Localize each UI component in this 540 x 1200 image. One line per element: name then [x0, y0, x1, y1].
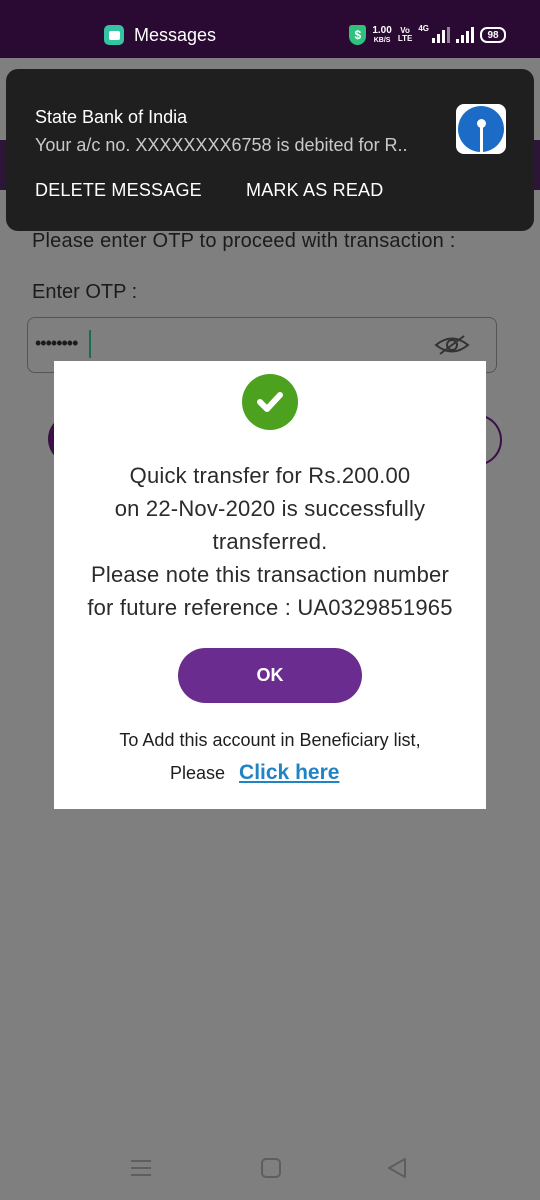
back-icon[interactable]	[383, 1156, 413, 1180]
message-line: for future reference : UA0329851965	[87, 595, 453, 620]
status-bar: Messages $ 1.00 KB/S Vo LTE 4G 98	[0, 0, 540, 58]
otp-label: Enter OTP :	[32, 281, 138, 303]
volte-indicator: Vo LTE	[398, 27, 413, 43]
success-dialog: Quick transfer for Rs.200.00 on 22-Nov-2…	[54, 361, 486, 809]
message-line: on 22-Nov-2020 is successfully	[114, 496, 426, 521]
speed-unit: KB/S	[373, 36, 391, 44]
delete-message-button[interactable]: DELETE MESSAGE	[35, 180, 202, 201]
speed-value: 1.00	[372, 24, 392, 36]
check-circle-icon	[242, 374, 298, 430]
otp-masked-value: ••••••••	[35, 333, 78, 353]
transfer-success-message: Quick transfer for Rs.200.00 on 22-Nov-2…	[54, 459, 486, 624]
network-type: 4G	[418, 24, 429, 33]
battery-icon: 98	[480, 27, 506, 43]
mark-as-read-button[interactable]: MARK AS READ	[246, 180, 383, 201]
menu-icon[interactable]	[126, 1156, 156, 1180]
add-beneficiary-note: To Add this account in Beneficiary list,	[119, 730, 421, 750]
message-line: transferred.	[212, 529, 328, 554]
status-app-name: Messages	[134, 24, 217, 45]
signal-sim2-icon	[456, 27, 474, 43]
add-beneficiary-row: Please Click here	[170, 761, 339, 791]
message-line: Quick transfer for Rs.200.00	[129, 463, 411, 488]
messages-app-icon	[104, 25, 124, 45]
status-icons: $ 1.00 KB/S Vo LTE 4G 98	[349, 24, 506, 46]
ok-button[interactable]: OK	[178, 648, 362, 703]
system-nav-bar	[0, 1140, 540, 1200]
otp-prompt: Please enter OTP to proceed with transac…	[32, 230, 456, 252]
volte-bottom: LTE	[397, 34, 413, 43]
eye-hidden-icon[interactable]	[434, 334, 470, 356]
message-line: Please note this transaction number	[91, 562, 449, 587]
sbi-logo-icon	[456, 104, 506, 154]
dollar-shield-icon: $	[349, 25, 367, 45]
signal-sim1-icon	[432, 27, 450, 43]
sms-notification[interactable]: State Bank of India Your a/c no. XXXXXXX…	[6, 69, 534, 231]
add-beneficiary-link[interactable]: Click here	[239, 761, 339, 785]
status-app-indicator: Messages	[104, 22, 216, 48]
notification-preview: Your a/c no. XXXXXXXX6758 is debited for…	[35, 135, 408, 155]
please-text: Please	[170, 763, 226, 783]
home-icon[interactable]	[256, 1156, 286, 1180]
text-cursor	[89, 330, 91, 358]
network-speed: 1.00 KB/S	[372, 24, 392, 45]
notification-sender: State Bank of India	[35, 107, 188, 127]
